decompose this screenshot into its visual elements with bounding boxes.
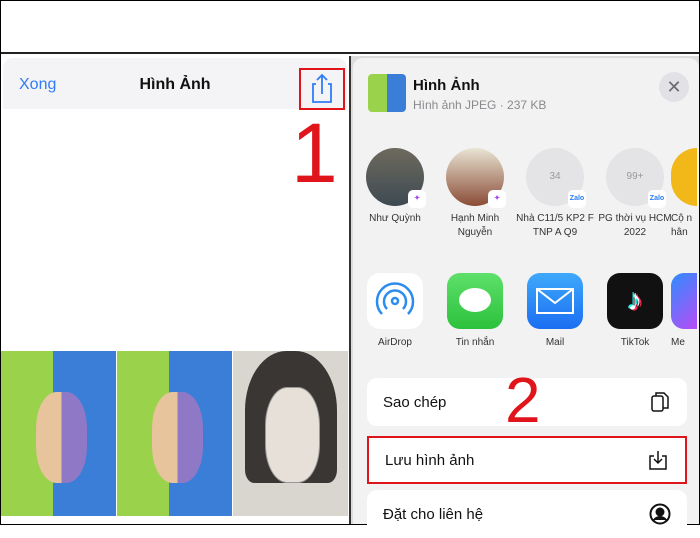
contact-name: PG thời vụ HCM 2022 — [598, 213, 672, 238]
mail-icon — [527, 273, 583, 329]
member-count: 99+ — [626, 171, 644, 182]
app-messages[interactable]: Tin nhắn — [435, 273, 515, 348]
share-sheet-panel: Hình Ảnh Hình ảnh JPEG · 237 KB ✕ ✦ Như Q… — [351, 56, 699, 538]
contact-name: Nhà C11/5 KP2 F TNP A Q9 — [516, 213, 594, 238]
zalo-icon: Zalo — [648, 190, 666, 208]
app-name: AirDrop — [378, 337, 412, 348]
share-button[interactable] — [299, 68, 345, 110]
action-label: Sao chép — [383, 393, 447, 411]
share-sheet: Hình Ảnh Hình ảnh JPEG · 237 KB ✕ ✦ Như Q… — [353, 58, 699, 538]
save-icon — [647, 449, 669, 471]
action-label: Đặt cho liên hệ — [383, 505, 484, 523]
step-2-label: 2 — [505, 364, 541, 436]
app-tiktok[interactable]: ♪ TikTok — [595, 273, 675, 348]
action-label: Lưu hình ảnh — [385, 451, 475, 469]
group-avatar: 99+ Zalo — [606, 148, 666, 208]
contact-name: Như Quỳnh — [369, 213, 421, 224]
avatar: ✦ — [446, 148, 506, 208]
save-image-action[interactable]: Lưu hình ảnh — [367, 436, 687, 484]
app-name: Tin nhắn — [455, 337, 495, 348]
image-preview — [368, 74, 406, 112]
sheet-title: Hình Ảnh — [413, 77, 480, 94]
messages-icon — [447, 273, 503, 329]
app-messenger[interactable]: Me — [671, 273, 697, 348]
top-blank-area — [1, 1, 699, 54]
member-count: 34 — [549, 171, 561, 182]
portrait-face — [151, 392, 204, 483]
sheet-subtitle: Hình ảnh JPEG · 237 KB — [413, 98, 547, 112]
messenger-icon: ✦ — [408, 190, 426, 208]
group-avatar: 34 Zalo — [526, 148, 586, 208]
contact-item[interactable]: ✦ Như Quỳnh — [355, 148, 435, 226]
photo-viewer: Xong Hình Ảnh 1 — [1, 56, 349, 524]
app-name: TikTok — [620, 337, 650, 348]
zalo-icon: Zalo — [568, 190, 586, 208]
contact-name: Cộ nhân — [671, 213, 693, 238]
close-button[interactable]: ✕ — [659, 72, 689, 102]
photo-strip[interactable] — [1, 351, 349, 516]
photo-thumbnail[interactable] — [1, 351, 117, 516]
contact-icon — [649, 503, 671, 525]
step-1-label: 1 — [291, 106, 338, 200]
avatar — [671, 148, 697, 206]
contact-item[interactable]: 34 Zalo Nhà C11/5 KP2 F TNP A Q9 — [515, 148, 595, 240]
portrait-face — [265, 387, 321, 483]
assign-to-contact-action[interactable]: Đặt cho liên hệ — [367, 490, 687, 538]
contact-item[interactable]: 99+ Zalo PG thời vụ HCM 2022 — [595, 148, 675, 240]
portrait-face — [35, 392, 88, 483]
photo-thumbnail[interactable] — [117, 351, 233, 516]
share-icon — [312, 73, 332, 103]
airdrop-icon — [367, 273, 423, 329]
app-mail[interactable]: Mail — [515, 273, 595, 348]
tiktok-icon: ♪ — [607, 273, 663, 329]
messenger-icon — [671, 273, 697, 329]
close-icon: ✕ — [666, 77, 682, 97]
contact-item[interactable]: Cộ nhân — [671, 148, 697, 240]
app-name: Me — [671, 337, 685, 348]
contact-item[interactable]: ✦ Hạnh Minh Nguyễn — [435, 148, 515, 240]
copy-icon — [649, 391, 671, 413]
photo-thumbnail[interactable] — [233, 351, 349, 516]
avatar: ✦ — [366, 148, 426, 208]
nav-bar: Xong Hình Ảnh — [3, 58, 347, 110]
app-name: Mail — [545, 337, 565, 348]
contact-name: Hạnh Minh Nguyễn — [450, 213, 500, 238]
app-airdrop[interactable]: AirDrop — [355, 273, 435, 348]
page-title: Hình Ảnh — [139, 76, 211, 93]
apps-row: AirDrop Tin nhắn Mail ♪ TikTok Me — [353, 273, 699, 353]
messenger-icon: ✦ — [488, 190, 506, 208]
contacts-row: ✦ Như Quỳnh ✦ Hạnh Minh Nguyễn 34 Zalo Nhà C… — [353, 148, 699, 248]
